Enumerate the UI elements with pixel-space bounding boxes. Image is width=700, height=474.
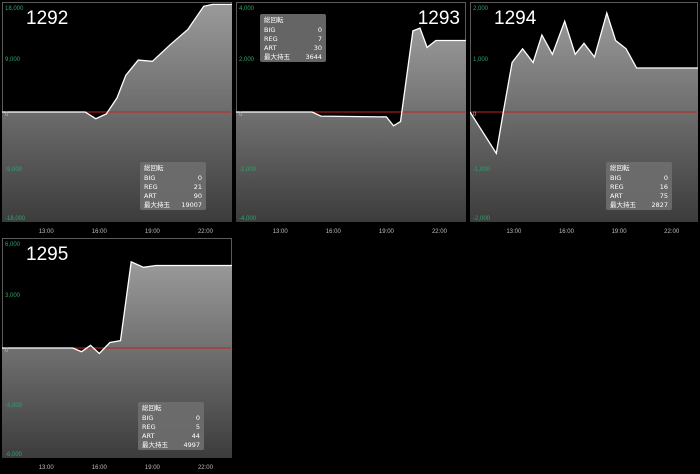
stats-label: ART xyxy=(264,44,276,52)
y-tick-label: 6,000 xyxy=(5,242,21,248)
stats-value: 3644 xyxy=(305,53,322,61)
stats-box: 総回転 BIG 0 REG 16 ART 75 最大持玉 2827 xyxy=(606,162,672,210)
stats-box: 総回転 BIG 0 REG 21 ART 90 最大持玉 19007 xyxy=(140,162,206,210)
stats-label: 最大持玉 xyxy=(610,200,637,209)
x-tick-label: 16:00 xyxy=(559,229,575,235)
y-tick-label: 2,000 xyxy=(473,6,489,12)
stats-value: 16 xyxy=(660,183,668,191)
stats-value: 4997 xyxy=(183,441,200,449)
x-tick-label: 22:00 xyxy=(664,229,680,235)
y-tick-label: -18,000 xyxy=(5,216,26,222)
chart-1293: 4,000 2,000 0 -2,000 -4,000 13:00 16:00 19:00 22… xyxy=(236,2,466,235)
stats-value: 19007 xyxy=(181,201,202,209)
x-tick-label: 13:00 xyxy=(39,229,55,235)
y-tick-label: -2,000 xyxy=(239,167,257,173)
stats-value: 0 xyxy=(664,174,668,182)
y-tick-label: 18,000 xyxy=(5,6,24,12)
stats-label: BIG xyxy=(610,174,621,182)
chart-panel-1294: 2,000 1,000 0 -1,000 -2,000 13:00 16:00 19:00 22… xyxy=(470,2,698,236)
x-tick-label: 13:00 xyxy=(273,229,289,235)
stats-value: 75 xyxy=(660,192,668,200)
chart-title: 1292 xyxy=(26,8,68,29)
x-tick-label: 13:00 xyxy=(506,229,522,235)
stats-value: 7 xyxy=(318,35,322,43)
stats-heading: 総回転 xyxy=(144,163,164,172)
y-tick-label: 2,000 xyxy=(239,57,255,63)
stats-label: REG xyxy=(264,35,278,43)
y-tick-label: -6,000 xyxy=(5,452,23,458)
stats-value: 0 xyxy=(198,174,202,182)
x-tick-label: 19:00 xyxy=(145,229,161,235)
stats-label: 最大持玉 xyxy=(142,440,169,449)
stats-label: 最大持玉 xyxy=(144,200,171,209)
stats-value: 0 xyxy=(318,26,322,34)
stats-value: 30 xyxy=(314,44,322,52)
stats-value: 44 xyxy=(192,432,200,440)
stats-label: ART xyxy=(144,192,156,200)
stats-value: 0 xyxy=(196,414,200,422)
chart-panel-1293: 4,000 2,000 0 -2,000 -4,000 13:00 16:00 19:00 22… xyxy=(236,2,466,236)
x-tick-label: 22:00 xyxy=(198,465,214,471)
y-tick-label: -3,000 xyxy=(5,403,23,409)
x-tick-label: 19:00 xyxy=(379,229,395,235)
x-tick-label: 16:00 xyxy=(92,229,108,235)
stats-heading: 総回転 xyxy=(610,163,630,172)
stats-label: BIG xyxy=(142,414,153,422)
stats-label: REG xyxy=(610,183,624,191)
x-tick-label: 16:00 xyxy=(92,465,108,471)
x-tick-label: 16:00 xyxy=(326,229,342,235)
stats-heading: 総回転 xyxy=(264,15,284,24)
chart-1292: 18,000 9,000 0 -9,000 -18,000 13:00 16:00 19:00… xyxy=(2,2,232,235)
y-tick-label: -4,000 xyxy=(239,216,257,222)
stats-label: ART xyxy=(142,432,154,440)
stats-value: 2827 xyxy=(651,201,668,209)
y-tick-label: 1,000 xyxy=(473,57,489,63)
x-tick-label: 22:00 xyxy=(432,229,448,235)
chart-1294: 2,000 1,000 0 -1,000 -2,000 13:00 16:00 19:00 22… xyxy=(470,2,698,235)
stats-value: 21 xyxy=(194,183,202,191)
stats-box: 総回転 BIG 0 REG 7 ART 30 最大持玉 3644 xyxy=(260,14,326,62)
chart-title: 1293 xyxy=(418,8,460,29)
y-tick-label: -9,000 xyxy=(5,167,23,173)
y-tick-label: 3,000 xyxy=(5,293,21,299)
stats-label: REG xyxy=(144,183,158,191)
y-tick-label: 4,000 xyxy=(239,6,255,12)
x-tick-label: 19:00 xyxy=(145,465,161,471)
x-tick-label: 22:00 xyxy=(198,229,214,235)
stats-box: 総回転 BIG 0 REG 5 ART 44 最大持玉 4997 xyxy=(138,402,204,450)
y-tick-label: -1,000 xyxy=(473,167,491,173)
x-tick-label: 13:00 xyxy=(39,465,55,471)
chart-title: 1295 xyxy=(26,244,68,265)
stats-value: 90 xyxy=(194,192,202,200)
y-tick-label: 9,000 xyxy=(5,57,21,63)
stats-label: 最大持玉 xyxy=(264,52,291,61)
stats-value: 5 xyxy=(196,423,200,431)
stats-label: REG xyxy=(142,423,156,431)
x-tick-label: 19:00 xyxy=(612,229,628,235)
chart-title: 1294 xyxy=(494,8,537,29)
chart-1295: 6,000 3,000 0 -3,000 -6,000 13:00 16:00 19:00 22… xyxy=(2,238,232,471)
chart-panel-1295: 6,000 3,000 0 -3,000 -6,000 13:00 16:00 19:00 22… xyxy=(2,238,232,472)
stats-label: BIG xyxy=(144,174,155,182)
y-tick-label: -2,000 xyxy=(473,216,491,222)
chart-panel-1292: 18,000 9,000 0 -9,000 -18,000 13:00 16:00 19:00… xyxy=(2,2,232,236)
stats-label: ART xyxy=(610,192,622,200)
stats-label: BIG xyxy=(264,26,275,34)
stats-heading: 総回転 xyxy=(142,403,162,412)
